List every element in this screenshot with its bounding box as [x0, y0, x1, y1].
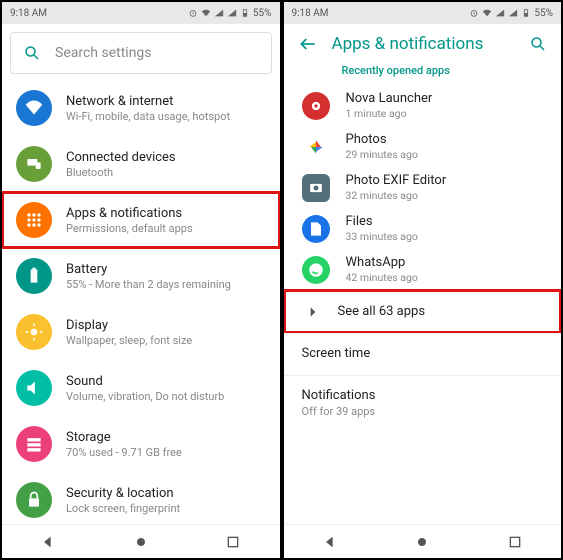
section-title: Screen time: [302, 346, 548, 361]
app-sub: 1 minute ago: [346, 107, 433, 120]
app-row-photos[interactable]: Photos29 minutes ago: [284, 126, 562, 167]
row-title: Display: [66, 318, 192, 333]
status-icons: 55%: [469, 8, 553, 19]
nav-home-icon[interactable]: [133, 534, 149, 550]
nav-recent-icon[interactable]: [507, 534, 523, 550]
app-title: Files: [346, 214, 418, 229]
search-settings[interactable]: Search settings: [10, 32, 272, 74]
row-sub: Lock screen, fingerprint: [66, 502, 180, 515]
devices-icon: [16, 146, 52, 182]
lock-icon: [16, 482, 52, 518]
header: Apps & notifications: [284, 24, 562, 58]
alarm-icon: [469, 8, 479, 18]
nav-bar: [284, 524, 562, 558]
row-title: Storage: [66, 430, 182, 445]
status-time: 9:18 AM: [292, 8, 329, 19]
chevron-right-icon: [306, 305, 320, 319]
row-security[interactable]: Security & locationLock screen, fingerpr…: [2, 472, 280, 524]
row-battery[interactable]: Battery55% - More than 2 days remaining: [2, 248, 280, 304]
battery-text: 55%: [253, 8, 272, 19]
nav-recent-icon[interactable]: [225, 534, 241, 550]
app-row-exif[interactable]: Photo EXIF Editor32 minutes ago: [284, 167, 562, 208]
app-sub: 33 minutes ago: [346, 230, 418, 243]
signal2-icon: [508, 8, 518, 18]
search-placeholder: Search settings: [55, 45, 152, 61]
app-row-whatsapp[interactable]: WhatsApp42 minutes ago: [284, 249, 562, 290]
page-title: Apps & notifications: [332, 34, 530, 54]
row-sub: Permissions, default apps: [66, 222, 193, 235]
signal2-icon: [227, 8, 237, 18]
nav-bar: [2, 524, 280, 558]
signal-icon: [495, 8, 505, 18]
apps-notifications-screen: 9:18 AM 55% Apps & notifications Recentl…: [282, 0, 563, 560]
row-title: Connected devices: [66, 150, 176, 165]
back-arrow-icon[interactable]: [298, 34, 318, 54]
row-sub: 70% used - 9.71 GB free: [66, 446, 182, 459]
status-icons: 55%: [188, 8, 272, 19]
app-title: Photos: [346, 132, 418, 147]
row-title: Battery: [66, 262, 231, 277]
row-display[interactable]: DisplayWallpaper, sleep, font size: [2, 304, 280, 360]
recently-opened-label: Recently opened apps: [284, 58, 562, 85]
settings-list[interactable]: Network & internetWi-Fi, mobile, data us…: [2, 80, 280, 524]
signal-icon: [214, 8, 224, 18]
see-all-label: See all 63 apps: [338, 304, 426, 319]
battery-icon: [240, 8, 250, 18]
apps-icon: [16, 202, 52, 238]
app-title: Nova Launcher: [346, 91, 433, 106]
see-all-apps-button[interactable]: See all 63 apps: [284, 290, 562, 333]
app-sub: 29 minutes ago: [346, 148, 418, 161]
app-sub: 42 minutes ago: [346, 271, 418, 284]
app-title: WhatsApp: [346, 255, 418, 270]
battery-text: 55%: [534, 8, 553, 19]
photos-icon: [302, 133, 330, 161]
row-title: Apps & notifications: [66, 206, 193, 221]
status-time: 9:18 AM: [10, 8, 47, 19]
status-bar: 9:18 AM 55%: [284, 2, 562, 24]
nova-icon: [302, 92, 330, 120]
nav-home-icon[interactable]: [414, 534, 430, 550]
row-connected[interactable]: Connected devicesBluetooth: [2, 136, 280, 192]
battery-icon: [521, 8, 531, 18]
screen-time-row[interactable]: Screen time: [284, 334, 562, 365]
display-icon: [16, 314, 52, 350]
settings-screen: 9:18 AM 55% Search settings Network & in…: [0, 0, 282, 560]
app-title: Photo EXIF Editor: [346, 173, 447, 188]
battery-row-icon: [16, 258, 52, 294]
exif-icon: [302, 174, 330, 202]
row-title: Security & location: [66, 486, 180, 501]
storage-icon: [16, 426, 52, 462]
section-title: Notifications: [302, 388, 548, 403]
nav-back-icon[interactable]: [322, 534, 338, 550]
alarm-icon: [188, 8, 198, 18]
notifications-row[interactable]: Notifications Off for 39 apps: [284, 376, 562, 422]
app-row-files[interactable]: Files33 minutes ago: [284, 208, 562, 249]
search-icon: [23, 44, 41, 62]
wifi-icon: [482, 8, 492, 18]
row-sub: Bluetooth: [66, 166, 176, 179]
row-title: Network & internet: [66, 94, 230, 109]
whatsapp-icon: [302, 256, 330, 284]
nav-back-icon[interactable]: [40, 534, 56, 550]
section-sub: Off for 39 apps: [302, 405, 548, 418]
row-sub: Wallpaper, sleep, font size: [66, 334, 192, 347]
row-apps-notifications[interactable]: Apps & notificationsPermissions, default…: [2, 192, 280, 248]
search-icon[interactable]: [529, 35, 547, 53]
sound-icon: [16, 370, 52, 406]
files-icon: [302, 215, 330, 243]
row-sub: Volume, vibration, Do not disturb: [66, 390, 224, 403]
status-bar: 9:18 AM 55%: [2, 2, 280, 24]
app-row-nova[interactable]: Nova Launcher1 minute ago: [284, 85, 562, 126]
row-sound[interactable]: SoundVolume, vibration, Do not disturb: [2, 360, 280, 416]
row-network[interactable]: Network & internetWi-Fi, mobile, data us…: [2, 80, 280, 136]
globe-icon: [16, 90, 52, 126]
wifi-icon: [201, 8, 211, 18]
row-sub: 55% - More than 2 days remaining: [66, 278, 231, 291]
row-storage[interactable]: Storage70% used - 9.71 GB free: [2, 416, 280, 472]
row-title: Sound: [66, 374, 224, 389]
app-sub: 32 minutes ago: [346, 189, 447, 202]
row-sub: Wi-Fi, mobile, data usage, hotspot: [66, 110, 230, 123]
